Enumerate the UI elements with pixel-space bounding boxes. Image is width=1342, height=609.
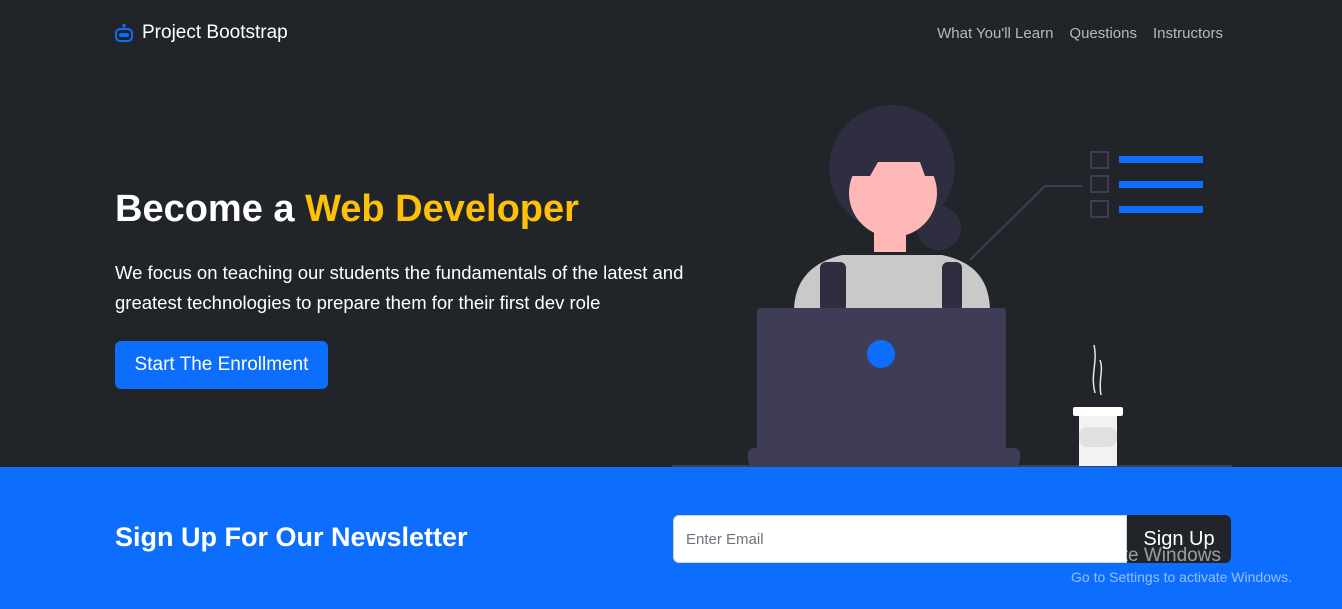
- nav-link-instructors[interactable]: Instructors: [1153, 25, 1223, 42]
- newsletter-input-group: Sign Up: [673, 515, 1231, 563]
- developer-at-laptop-illustration: [672, 105, 1232, 467]
- hero-lead: We focus on teaching our students the fu…: [115, 262, 684, 313]
- newsletter-title: Sign Up For Our Newsletter: [115, 522, 468, 552]
- newsletter-section: Sign Up For Our Newsletter Sign Up: [0, 467, 1342, 609]
- nav-links: What You'll Learn Questions Instructors: [937, 25, 1223, 42]
- brand-name: Project Bootstrap: [142, 22, 288, 43]
- navbar-brand[interactable]: Project Bootstrap: [114, 22, 288, 44]
- robot-icon: [115, 23, 133, 42]
- sign-up-button[interactable]: Sign Up: [1127, 515, 1231, 563]
- hero-title-prefix: Become a: [115, 188, 306, 230]
- nav-link-questions[interactable]: Questions: [1069, 25, 1137, 42]
- start-enrollment-button[interactable]: Start The Enrollment: [115, 341, 328, 389]
- nav-link-what-youll-learn[interactable]: What You'll Learn: [937, 25, 1053, 42]
- hero-title: Become a Web Developer: [115, 188, 579, 231]
- navbar: Project Bootstrap What You'll Learn Ques…: [0, 0, 1342, 70]
- hero-title-accent: Web Developer: [305, 188, 579, 230]
- email-input[interactable]: [673, 515, 1127, 563]
